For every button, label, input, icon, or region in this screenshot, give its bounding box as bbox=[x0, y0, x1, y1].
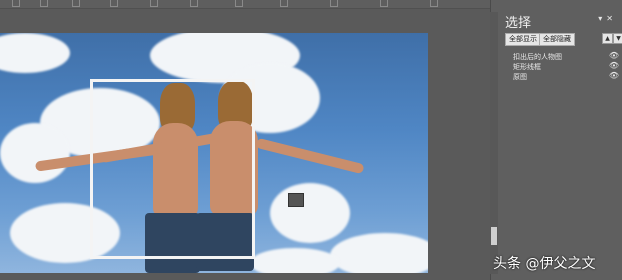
selection-pane: 选择 ▾✕ 全部显示 全部隐藏 ▲ ▼ 扣出后的人物图 👁 矩形线框 👁 原图 … bbox=[490, 0, 622, 280]
hide-all-button[interactable]: 全部隐藏 bbox=[539, 33, 575, 46]
layer-item[interactable]: 矩形线框 bbox=[513, 62, 541, 72]
eye-icon[interactable]: 👁 bbox=[609, 61, 619, 70]
toolbar-icon[interactable] bbox=[72, 0, 80, 7]
cloud-shape bbox=[0, 33, 70, 73]
toolbar-icon[interactable] bbox=[12, 0, 20, 7]
show-all-button[interactable]: 全部显示 bbox=[505, 33, 541, 46]
camera-shape bbox=[288, 193, 304, 207]
layer-item[interactable]: 扣出后的人物图 bbox=[513, 52, 562, 62]
arm-shape bbox=[255, 137, 365, 175]
eye-icon[interactable]: 👁 bbox=[609, 71, 619, 80]
toolbar-icon[interactable] bbox=[190, 0, 198, 7]
toolbar-icon[interactable] bbox=[235, 0, 243, 7]
slide-canvas[interactable] bbox=[0, 33, 428, 273]
watermark-text: 头条 @伊父之文 bbox=[493, 256, 596, 272]
vertical-scrollbar[interactable] bbox=[490, 12, 498, 274]
triangle-down-icon: ▼ bbox=[616, 35, 621, 42]
toolbar-icon[interactable] bbox=[150, 0, 158, 7]
pane-title: 选择 bbox=[505, 16, 532, 31]
toolbar-icon[interactable] bbox=[330, 0, 338, 7]
toolbar-icon[interactable] bbox=[380, 0, 388, 7]
layer-label: 矩形线框 bbox=[513, 63, 541, 71]
toolbar-icon[interactable] bbox=[110, 0, 118, 7]
close-icon[interactable]: ✕ bbox=[606, 14, 617, 23]
layer-label: 扣出后的人物图 bbox=[513, 53, 562, 61]
toolbar-icon[interactable] bbox=[430, 0, 438, 7]
pane-controls: ▾✕ bbox=[598, 14, 617, 23]
ribbon-toolbar bbox=[0, 0, 490, 9]
layer-item[interactable]: 原图 bbox=[513, 72, 527, 82]
rectangle-frame[interactable] bbox=[90, 79, 255, 259]
send-backward-button[interactable]: ▼ bbox=[613, 33, 622, 44]
scrollbar-thumb[interactable] bbox=[491, 227, 497, 245]
toolbar-icon[interactable] bbox=[40, 0, 48, 7]
layer-label: 原图 bbox=[513, 73, 527, 81]
bring-forward-button[interactable]: ▲ bbox=[602, 33, 613, 44]
triangle-up-icon: ▲ bbox=[605, 35, 610, 42]
toolbar-icon[interactable] bbox=[280, 0, 288, 7]
eye-icon[interactable]: 👁 bbox=[609, 51, 619, 60]
